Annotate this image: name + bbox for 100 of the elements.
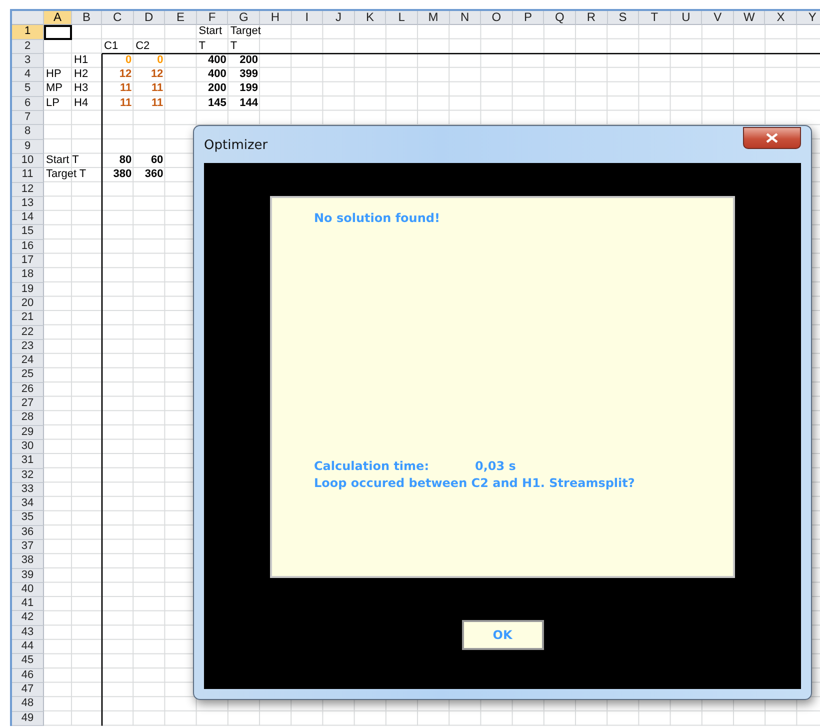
row-header[interactable]: 14 (12, 211, 44, 226)
cell-cursor (44, 25, 72, 40)
column-header[interactable]: C (102, 11, 134, 26)
table-cell-text: H3 (74, 82, 88, 96)
row-header[interactable]: 22 (12, 326, 44, 340)
row-header[interactable]: 15 (12, 225, 44, 240)
column-header[interactable]: S (608, 11, 640, 26)
row-header[interactable]: 7 (12, 111, 44, 126)
row-header[interactable]: 38 (12, 554, 44, 569)
column-header[interactable]: I (292, 11, 324, 26)
row-header[interactable]: 29 (12, 426, 44, 440)
row-header[interactable]: 43 (12, 626, 44, 640)
row-header[interactable]: 3 (12, 54, 44, 68)
row-header[interactable]: 32 (12, 468, 44, 483)
row-header[interactable]: 1 (12, 25, 44, 40)
row-header[interactable]: 5 (12, 82, 44, 97)
row-header[interactable]: 40 (12, 582, 44, 598)
table-cell-text: H1 (74, 54, 88, 68)
row-header[interactable]: 25 (12, 368, 44, 383)
table-cell: HP (46, 68, 62, 82)
column-header[interactable]: P (512, 11, 544, 26)
table-cell: 400 (208, 68, 226, 82)
row-header[interactable]: 45 (12, 654, 44, 669)
row-header[interactable]: 19 (12, 282, 44, 297)
row-header[interactable]: 41 (12, 597, 44, 612)
table-cell-text: Target (230, 25, 261, 40)
column-header[interactable]: J (323, 11, 355, 26)
row-header[interactable]: 30 (12, 440, 44, 454)
row-header[interactable]: 47 (12, 682, 44, 698)
row-header[interactable]: 39 (12, 568, 44, 583)
row-header[interactable]: 24 (12, 354, 44, 368)
row-header[interactable]: 44 (12, 640, 44, 654)
time-label: Calculation time: (314, 458, 430, 475)
row-header[interactable]: 37 (12, 540, 44, 554)
row-header[interactable]: 23 (12, 340, 44, 354)
column-header[interactable]: X (765, 11, 798, 26)
column-header[interactable]: U (670, 11, 702, 26)
row-header[interactable]: 6 (12, 96, 44, 112)
row-header[interactable]: 36 (12, 526, 44, 540)
column-header[interactable]: T (639, 11, 671, 26)
row-header[interactable]: 42 (12, 611, 44, 626)
row-header[interactable]: 26 (12, 382, 44, 398)
row-header[interactable]: 13 (12, 196, 44, 212)
window-title: Optimizer (204, 138, 268, 153)
column-header[interactable]: N (450, 11, 482, 26)
column-header[interactable]: W (734, 11, 766, 26)
table-cell: 12 (150, 68, 164, 82)
close-button[interactable] (743, 127, 801, 149)
row-header[interactable]: 12 (12, 182, 44, 197)
row-header[interactable]: 10 (12, 154, 44, 168)
row-header[interactable]: 17 (12, 254, 44, 268)
detail-message: Loop occured between C2 and H1. Streamsplit? (314, 475, 636, 492)
row-header[interactable]: 8 (12, 125, 44, 140)
table-cell-text: 400 (208, 54, 226, 68)
row-header[interactable]: 11 (12, 168, 44, 183)
table-cell-text: MP (46, 82, 62, 96)
column-header[interactable]: O (481, 11, 513, 26)
table-cell: 399 (240, 68, 258, 82)
column-header[interactable]: D (134, 11, 166, 26)
row-header[interactable]: 46 (12, 668, 44, 683)
column-header[interactable]: Q (544, 11, 576, 26)
row-header[interactable]: 21 (12, 311, 44, 326)
column-header[interactable]: F (196, 11, 228, 26)
column-header[interactable]: Y (797, 11, 820, 26)
row-header[interactable]: 20 (12, 296, 44, 312)
column-header[interactable]: H (260, 11, 292, 26)
table-cell: T (230, 40, 238, 54)
table-cell-text: 0 (125, 54, 132, 68)
column-header[interactable]: V (702, 11, 734, 26)
column-header[interactable]: R (576, 11, 608, 26)
table-cell-text: 199 (240, 82, 258, 96)
table-cell-text: 11 (152, 82, 164, 96)
column-header[interactable]: L (386, 11, 418, 26)
column-header[interactable]: A (44, 11, 72, 26)
row-header[interactable]: 9 (12, 140, 44, 154)
column-header[interactable]: E (165, 11, 197, 26)
row-header[interactable]: 2 (12, 40, 44, 54)
row-header[interactable]: 16 (12, 240, 44, 254)
row-header[interactable]: 35 (12, 511, 44, 526)
column-header[interactable]: B (72, 11, 102, 26)
column-header[interactable]: G (228, 11, 260, 26)
row-header[interactable]: 27 (12, 397, 44, 412)
table-cell-text: 144 (240, 96, 258, 111)
row-header[interactable]: 31 (12, 454, 44, 468)
table-cell-text: 380 (113, 168, 132, 182)
row-header[interactable]: 4 (12, 68, 44, 82)
column-header[interactable]: M (418, 11, 450, 26)
table-cell-text: Start T (46, 154, 79, 168)
table-cell-text: 11 (120, 96, 132, 111)
close-icon (766, 133, 778, 143)
row-header[interactable]: 34 (12, 497, 44, 512)
table-cell-text: 11 (152, 96, 164, 111)
column-header[interactable]: K (354, 11, 386, 26)
table-cell-text: 11 (120, 82, 132, 96)
row-header[interactable]: 49 (12, 712, 44, 726)
row-header[interactable]: 48 (12, 697, 44, 712)
row-header[interactable]: 28 (12, 411, 44, 426)
row-header[interactable]: 33 (12, 482, 44, 498)
table-cell-text: 80 (119, 154, 132, 168)
row-header[interactable]: 18 (12, 268, 44, 283)
